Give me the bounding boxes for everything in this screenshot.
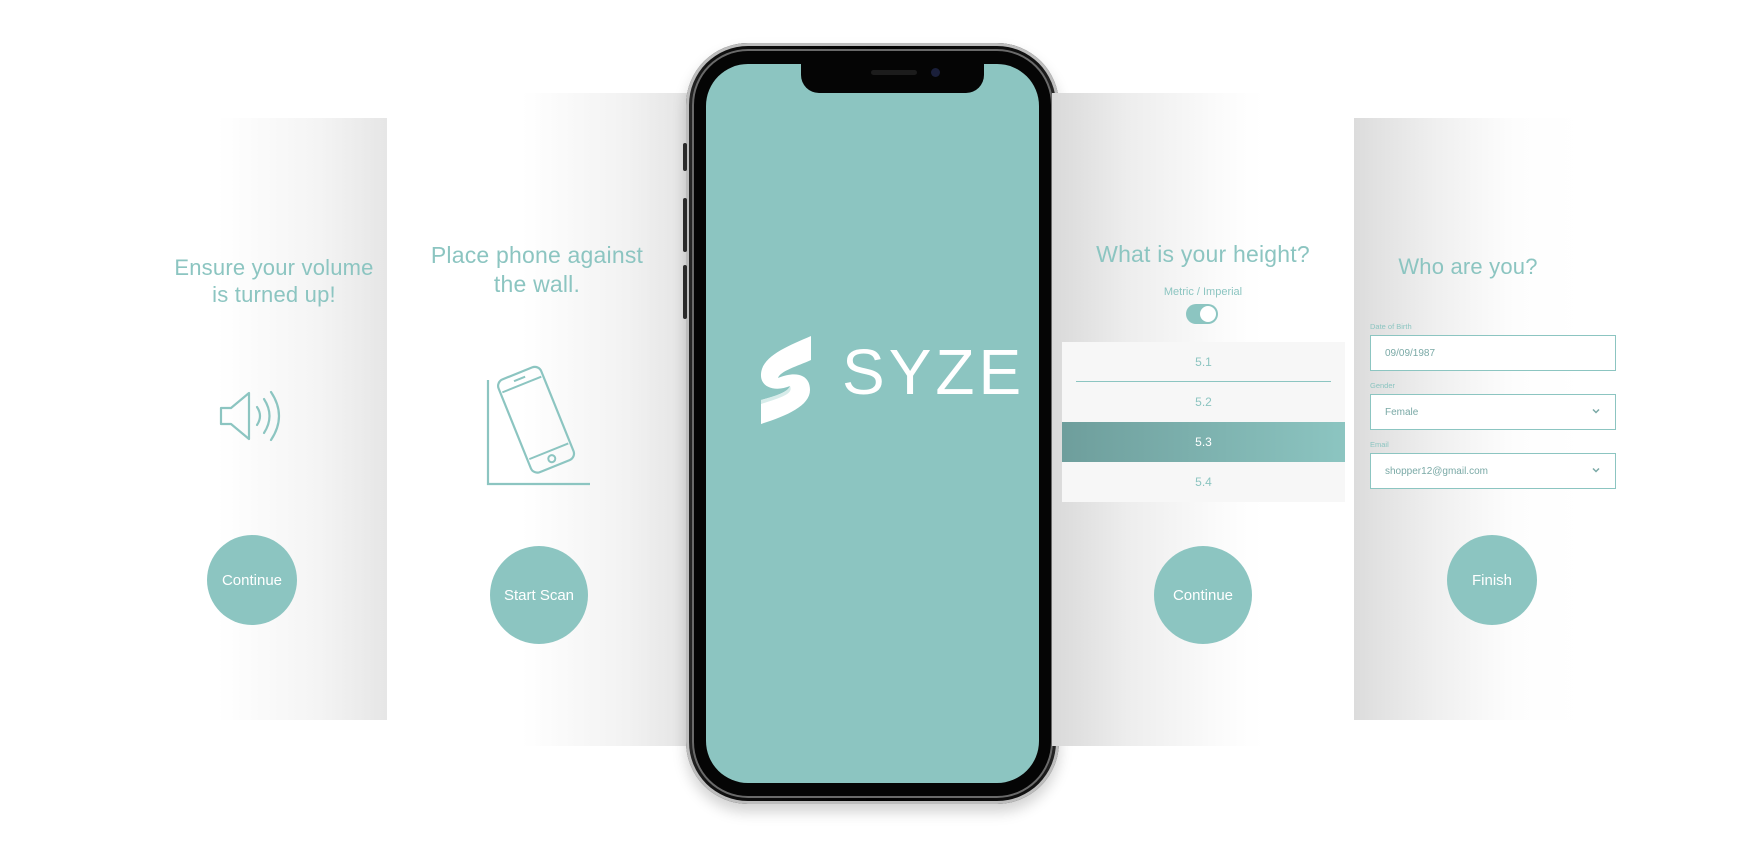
placement-title: Place phone against the wall. <box>387 241 687 299</box>
dob-value: 09/09/1987 <box>1385 347 1436 359</box>
unit-toggle-knob <box>1200 306 1216 322</box>
dob-label: Date of Birth <box>1370 322 1412 331</box>
gender-value: Female <box>1385 406 1419 418</box>
silent-switch <box>683 143 687 171</box>
height-option[interactable]: 5.4 <box>1062 462 1345 502</box>
phone-notch <box>801 64 984 93</box>
unit-toggle-label: Metric / Imperial <box>1163 286 1243 298</box>
placement-screen: Place phone against the wall. Start Scan <box>387 93 687 746</box>
email-field[interactable]: shopper12@gmail.com <box>1370 453 1616 489</box>
profile-title: Who are you? <box>1398 254 1538 279</box>
phone-mockup: SYZE <box>683 43 1062 804</box>
phone-against-wall-icon <box>486 365 590 486</box>
continue-button[interactable]: Continue <box>207 535 297 625</box>
finish-button[interactable]: Finish <box>1447 535 1537 625</box>
profile-screen: Who are you? Date of Birth 09/09/1987 Ge… <box>1354 118 1616 720</box>
gender-label: Gender <box>1370 381 1396 390</box>
placement-title-line2: the wall. <box>493 271 581 297</box>
height-option[interactable]: 5.2 <box>1062 382 1345 422</box>
speaker-icon <box>219 390 281 442</box>
gender-select[interactable]: Female <box>1370 394 1616 430</box>
height-picker[interactable]: 5.1 5.2 5.3 5.4 <box>1062 342 1345 502</box>
front-camera <box>931 68 940 77</box>
email-value: shopper12@gmail.com <box>1385 465 1488 477</box>
chevron-down-icon <box>1592 467 1600 473</box>
volume-screen: Ensure your volume is turned up! Continu… <box>161 118 387 720</box>
brand-wordmark: SYZE <box>842 336 1026 408</box>
height-screen: What is your height? Metric / Imperial 5… <box>1052 93 1354 746</box>
splash-screen: SYZE <box>706 64 1039 783</box>
volume-down-button <box>683 265 687 319</box>
height-option-selected[interactable]: 5.3 <box>1062 422 1345 462</box>
volume-up-button <box>683 198 687 252</box>
start-scan-button[interactable]: Start Scan <box>490 546 588 644</box>
volume-title: Ensure your volume is turned up! <box>161 254 387 308</box>
dob-field[interactable]: 09/09/1987 <box>1370 335 1616 371</box>
height-option[interactable]: 5.1 <box>1062 342 1345 382</box>
chevron-down-icon <box>1592 408 1600 414</box>
height-title: What is your height? <box>1096 241 1310 267</box>
unit-toggle[interactable] <box>1186 304 1218 324</box>
syze-logo-icon <box>760 336 811 424</box>
email-label: Email <box>1370 440 1389 449</box>
placement-title-line1: Place phone against <box>430 242 644 268</box>
earpiece <box>871 70 917 75</box>
continue-button[interactable]: Continue <box>1154 546 1252 644</box>
volume-title-line2: is turned up! <box>212 282 336 307</box>
volume-title-line1: Ensure your volume <box>174 255 374 280</box>
